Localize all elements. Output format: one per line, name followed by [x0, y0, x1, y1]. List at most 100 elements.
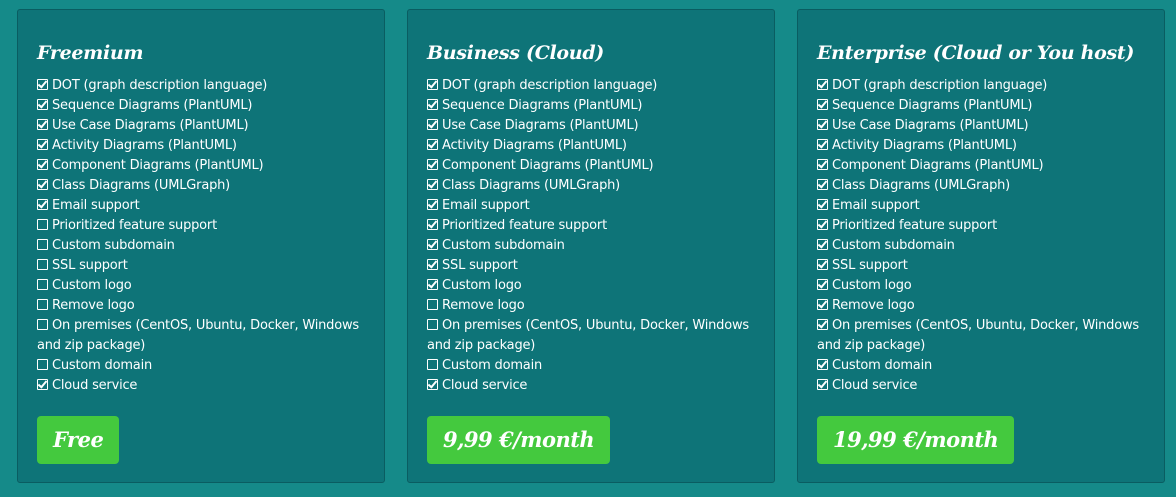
feature-item: Prioritized feature support [427, 216, 756, 236]
checkbox-checked-icon [37, 179, 48, 190]
feature-item: Activity Diagrams (PlantUML) [817, 136, 1146, 156]
checkbox-checked-icon [817, 119, 828, 130]
feature-label: On premises (CentOS, Ubuntu, Docker, Win… [817, 318, 1139, 353]
checkbox-checked-icon [817, 199, 828, 210]
feature-item: Cloud service [817, 376, 1146, 396]
plan-card-business: Business (Cloud) DOT (graph description … [407, 9, 775, 483]
checkbox-checked-icon [427, 179, 438, 190]
feature-item: DOT (graph description language) [817, 76, 1146, 96]
feature-label: Custom subdomain [442, 238, 565, 253]
checkbox-checked-icon [37, 139, 48, 150]
feature-label: Custom logo [52, 278, 132, 293]
checkbox-checked-icon [817, 239, 828, 250]
feature-label: Use Case Diagrams (PlantUML) [442, 118, 639, 133]
plan-title: Freemium [37, 42, 144, 64]
checkbox-checked-icon [427, 99, 438, 110]
feature-item: DOT (graph description language) [37, 76, 366, 96]
feature-label: Cloud service [52, 378, 138, 393]
checkbox-checked-icon [817, 359, 828, 370]
checkbox-checked-icon [37, 159, 48, 170]
checkbox-checked-icon [427, 119, 438, 130]
feature-label: Remove logo [52, 298, 135, 313]
price-button-freemium[interactable]: Free [37, 416, 120, 464]
feature-item: Remove logo [427, 296, 756, 316]
checkbox-checked-icon [427, 199, 438, 210]
feature-item: Activity Diagrams (PlantUML) [37, 136, 366, 156]
checkbox-checked-icon [427, 79, 438, 90]
feature-label: Activity Diagrams (PlantUML) [52, 138, 237, 153]
feature-list: DOT (graph description language) Sequence… [37, 76, 366, 396]
feature-item: Prioritized feature support [37, 216, 366, 236]
feature-label: On premises (CentOS, Ubuntu, Docker, Win… [427, 318, 749, 353]
feature-label: Email support [832, 198, 920, 213]
feature-item: Activity Diagrams (PlantUML) [427, 136, 756, 156]
feature-label: Sequence Diagrams (PlantUML) [442, 98, 643, 113]
checkbox-checked-icon [37, 199, 48, 210]
checkbox-checked-icon [817, 159, 828, 170]
checkbox-empty-icon [37, 239, 48, 250]
feature-label: Use Case Diagrams (PlantUML) [52, 118, 249, 133]
checkbox-empty-icon [37, 279, 48, 290]
feature-label: Sequence Diagrams (PlantUML) [52, 98, 253, 113]
feature-label: Use Case Diagrams (PlantUML) [832, 118, 1029, 133]
feature-label: Email support [52, 198, 140, 213]
checkbox-checked-icon [817, 219, 828, 230]
feature-item: Component Diagrams (PlantUML) [427, 156, 756, 176]
checkbox-checked-icon [817, 379, 828, 390]
checkbox-checked-icon [37, 79, 48, 90]
feature-label: Prioritized feature support [52, 218, 217, 233]
feature-label: Custom subdomain [52, 238, 175, 253]
feature-label: Component Diagrams (PlantUML) [832, 158, 1044, 173]
feature-item: Remove logo [817, 296, 1146, 316]
plan-title: Enterprise (Cloud or You host) [817, 42, 1135, 64]
feature-label: Email support [442, 198, 530, 213]
feature-label: Cloud service [832, 378, 918, 393]
plan-title: Business (Cloud) [427, 42, 604, 64]
checkbox-empty-icon [427, 299, 438, 310]
feature-item: Email support [427, 196, 756, 216]
checkbox-checked-icon [427, 159, 438, 170]
checkbox-checked-icon [817, 139, 828, 150]
checkbox-checked-icon [427, 379, 438, 390]
plan-card-freemium: Freemium DOT (graph description language… [17, 9, 385, 483]
feature-label: Cloud service [442, 378, 528, 393]
checkbox-empty-icon [37, 319, 48, 330]
price-button-business[interactable]: 9,99 €/month [427, 416, 611, 464]
checkbox-checked-icon [37, 119, 48, 130]
feature-label: Activity Diagrams (PlantUML) [832, 138, 1017, 153]
checkbox-checked-icon [427, 139, 438, 150]
checkbox-checked-icon [427, 279, 438, 290]
feature-label: DOT (graph description language) [832, 78, 1048, 93]
feature-label: Component Diagrams (PlantUML) [442, 158, 654, 173]
feature-item: Custom logo [427, 276, 756, 296]
feature-item: DOT (graph description language) [427, 76, 756, 96]
feature-item: Custom domain [427, 356, 756, 376]
feature-item: Custom subdomain [427, 236, 756, 256]
feature-label: Custom subdomain [832, 238, 955, 253]
checkbox-checked-icon [817, 99, 828, 110]
feature-label: Sequence Diagrams (PlantUML) [832, 98, 1033, 113]
feature-item: Class Diagrams (UMLGraph) [817, 176, 1146, 196]
checkbox-checked-icon [37, 99, 48, 110]
feature-item: Custom logo [817, 276, 1146, 296]
feature-list: DOT (graph description language) Sequence… [427, 76, 756, 396]
checkbox-checked-icon [817, 319, 828, 330]
checkbox-empty-icon [37, 299, 48, 310]
feature-label: Prioritized feature support [832, 218, 997, 233]
checkbox-checked-icon [817, 259, 828, 270]
feature-item: Use Case Diagrams (PlantUML) [427, 116, 756, 136]
checkbox-empty-icon [427, 319, 438, 330]
feature-item: Custom domain [37, 356, 366, 376]
feature-item: Custom logo [37, 276, 366, 296]
feature-item: Custom domain [817, 356, 1146, 376]
feature-item: Prioritized feature support [817, 216, 1146, 236]
checkbox-checked-icon [427, 219, 438, 230]
feature-item: Remove logo [37, 296, 366, 316]
price-button-enterprise[interactable]: 19,99 €/month [817, 416, 1015, 464]
feature-item: Class Diagrams (UMLGraph) [427, 176, 756, 196]
feature-item: Use Case Diagrams (PlantUML) [37, 116, 366, 136]
feature-item: Component Diagrams (PlantUML) [37, 156, 366, 176]
feature-item: SSL support [427, 256, 756, 276]
feature-item: SSL support [37, 256, 366, 276]
feature-label: Prioritized feature support [442, 218, 607, 233]
